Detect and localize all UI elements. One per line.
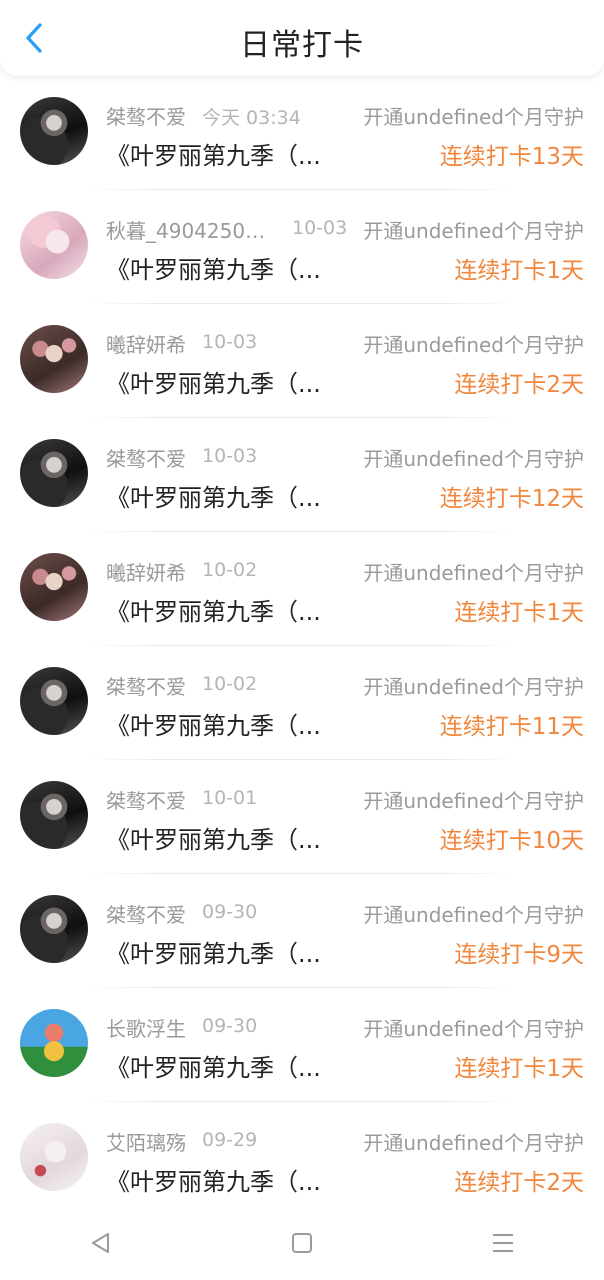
guard-status: 开通undefined个月守护 bbox=[361, 329, 584, 358]
avatar[interactable] bbox=[20, 1123, 88, 1191]
avatar[interactable] bbox=[20, 211, 88, 279]
checkin-title: 《叶罗丽第九季（... bbox=[106, 142, 321, 170]
streak-count: 连续打卡13天 bbox=[439, 144, 584, 170]
checkin-title: 《叶罗丽第九季（... bbox=[106, 370, 321, 398]
guard-status: 开通undefined个月守护 bbox=[361, 785, 584, 814]
avatar[interactable] bbox=[20, 667, 88, 735]
checkin-title: 《叶罗丽第九季（... bbox=[106, 256, 321, 284]
checkin-date: 10-01 bbox=[202, 787, 258, 809]
guard-status: 开通undefined个月守护 bbox=[361, 899, 584, 928]
avatar[interactable] bbox=[20, 325, 88, 393]
streak-count: 连续打卡2天 bbox=[454, 1170, 584, 1196]
avatar[interactable] bbox=[20, 781, 88, 849]
checkin-item[interactable]: 桀骜不爱 今天 03:34 开通undefined个月守护 《叶罗丽第九季（..… bbox=[0, 76, 604, 190]
avatar[interactable] bbox=[20, 97, 88, 165]
guard-status: 开通undefined个月守护 bbox=[361, 557, 584, 586]
checkin-title: 《叶罗丽第九季（... bbox=[106, 598, 321, 626]
checkin-date: 09-30 bbox=[202, 901, 258, 923]
streak-count: 连续打卡10天 bbox=[439, 828, 584, 854]
streak-count: 连续打卡12天 bbox=[439, 486, 584, 512]
nav-menu-button[interactable] bbox=[473, 1213, 533, 1273]
checkin-item[interactable]: 长歌浮生 09-30 开通undefined个月守护 《叶罗丽第九季（... 连… bbox=[0, 988, 604, 1102]
checkin-date: 10-03 bbox=[202, 445, 258, 467]
checkin-title: 《叶罗丽第九季（... bbox=[106, 1168, 321, 1196]
streak-count: 连续打卡1天 bbox=[454, 258, 584, 284]
user-name: 桀骜不爱 bbox=[106, 903, 186, 927]
checkin-item[interactable]: 桀骜不爱 10-01 开通undefined个月守护 《叶罗丽第九季（... 连… bbox=[0, 760, 604, 874]
avatar[interactable] bbox=[20, 553, 88, 621]
user-name: 秋暮_49042500... bbox=[106, 219, 276, 243]
nav-back-button[interactable] bbox=[71, 1213, 131, 1273]
guard-status: 开通undefined个月守护 bbox=[361, 101, 584, 130]
checkin-title: 《叶罗丽第九季（... bbox=[106, 826, 321, 854]
guard-status: 开通undefined个月守护 bbox=[361, 1127, 584, 1156]
checkin-title: 《叶罗丽第九季（... bbox=[106, 1054, 321, 1082]
streak-count: 连续打卡9天 bbox=[454, 942, 584, 968]
checkin-item[interactable]: 秋暮_49042500... 10-03 开通undefined个月守护 《叶罗… bbox=[0, 190, 604, 304]
menu-lines-icon bbox=[493, 1234, 514, 1252]
checkin-title: 《叶罗丽第九季（... bbox=[106, 712, 321, 740]
user-name: 艾陌璃殇 bbox=[106, 1131, 186, 1155]
checkin-date: 今天 03:34 bbox=[202, 107, 301, 129]
page-title: 日常打卡 bbox=[240, 28, 364, 63]
checkin-item[interactable]: 桀骜不爱 10-02 开通undefined个月守护 《叶罗丽第九季（... 连… bbox=[0, 646, 604, 760]
checkin-date: 10-03 bbox=[202, 331, 258, 353]
checkin-list: 桀骜不爱 今天 03:34 开通undefined个月守护 《叶罗丽第九季（..… bbox=[0, 76, 604, 1216]
streak-count: 连续打卡1天 bbox=[454, 1056, 584, 1082]
guard-status: 开通undefined个月守护 bbox=[361, 1013, 584, 1042]
checkin-date: 10-02 bbox=[202, 559, 258, 581]
guard-status: 开通undefined个月守护 bbox=[361, 443, 584, 472]
user-name: 桀骜不爱 bbox=[106, 447, 186, 471]
avatar[interactable] bbox=[20, 439, 88, 507]
user-name: 桀骜不爱 bbox=[106, 789, 186, 813]
checkin-date: 09-29 bbox=[202, 1129, 258, 1151]
checkin-date: 09-30 bbox=[202, 1015, 258, 1037]
checkin-item[interactable]: 曦辞妍希 10-02 开通undefined个月守护 《叶罗丽第九季（... 连… bbox=[0, 532, 604, 646]
checkin-item[interactable]: 桀骜不爱 09-30 开通undefined个月守护 《叶罗丽第九季（... 连… bbox=[0, 874, 604, 988]
avatar[interactable] bbox=[20, 895, 88, 963]
checkin-date: 10-02 bbox=[202, 673, 258, 695]
system-nav-bar bbox=[0, 1206, 604, 1280]
checkin-date: 10-03 bbox=[292, 217, 348, 239]
guard-status: 开通undefined个月守护 bbox=[361, 215, 584, 244]
nav-home-button[interactable] bbox=[272, 1213, 332, 1273]
user-name: 曦辞妍希 bbox=[106, 561, 186, 585]
streak-count: 连续打卡11天 bbox=[439, 714, 584, 740]
header-bar: 日常打卡 bbox=[0, 0, 604, 76]
checkin-item[interactable]: 桀骜不爱 10-03 开通undefined个月守护 《叶罗丽第九季（... 连… bbox=[0, 418, 604, 532]
guard-status: 开通undefined个月守护 bbox=[361, 671, 584, 700]
square-home-icon bbox=[291, 1233, 312, 1253]
avatar[interactable] bbox=[20, 1009, 88, 1077]
checkin-item[interactable]: 曦辞妍希 10-03 开通undefined个月守护 《叶罗丽第九季（... 连… bbox=[0, 304, 604, 418]
checkin-item[interactable]: 艾陌璃殇 09-29 开通undefined个月守护 《叶罗丽第九季（... 连… bbox=[0, 1102, 604, 1216]
user-name: 长歌浮生 bbox=[106, 1017, 186, 1041]
checkin-title: 《叶罗丽第九季（... bbox=[106, 484, 321, 512]
streak-count: 连续打卡2天 bbox=[454, 372, 584, 398]
streak-count: 连续打卡1天 bbox=[454, 600, 584, 626]
user-name: 桀骜不爱 bbox=[106, 105, 186, 129]
user-name: 桀骜不爱 bbox=[106, 675, 186, 699]
checkin-title: 《叶罗丽第九季（... bbox=[106, 940, 321, 968]
triangle-back-icon bbox=[91, 1233, 109, 1253]
user-name: 曦辞妍希 bbox=[106, 333, 186, 357]
